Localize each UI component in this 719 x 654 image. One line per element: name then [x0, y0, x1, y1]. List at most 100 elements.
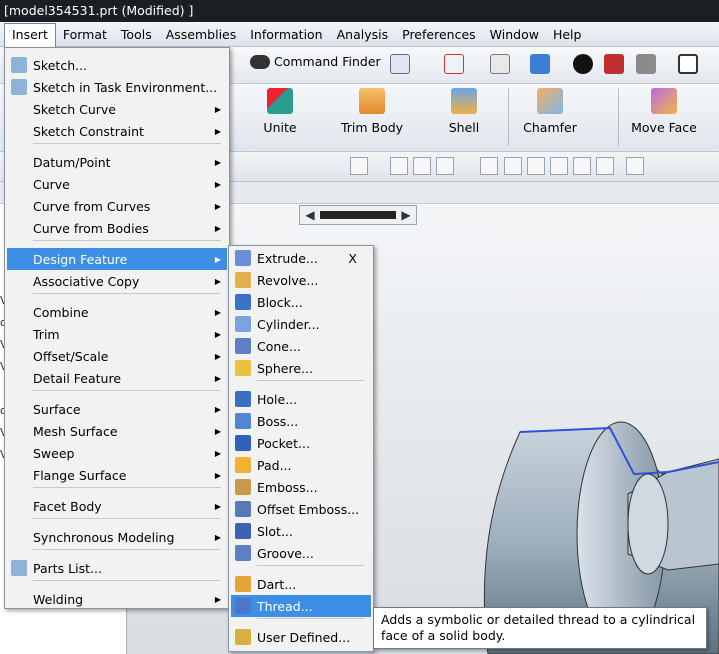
selection-icon[interactable]	[390, 54, 410, 74]
insert-menu-item-facet-body[interactable]: Facet Body ▶	[7, 495, 227, 517]
insert-menu-item-detail-feature[interactable]: Detail Feature ▶	[7, 367, 227, 389]
insert-menu-item-welding[interactable]: Welding ▶	[7, 588, 227, 610]
menu-analysis[interactable]: Analysis	[330, 24, 396, 45]
menu-divider	[257, 618, 365, 619]
chamfer-button[interactable]: Chamfer	[522, 88, 578, 135]
submenu-arrow-icon: ▶	[214, 594, 221, 604]
menu-item-label: Combine	[33, 304, 89, 320]
unite-button[interactable]: Unite	[258, 88, 302, 135]
design-feature-item-dart[interactable]: Dart...	[231, 573, 371, 595]
design-feature-item-sphere[interactable]: Sphere...	[231, 357, 371, 379]
insert-menu-item-sketch[interactable]: Sketch...	[7, 54, 227, 76]
design-feature-item-pad[interactable]: Pad...	[231, 454, 371, 476]
snap-line-icon[interactable]	[413, 157, 431, 175]
snap-quadrant-icon[interactable]	[527, 157, 545, 175]
scroll-right-icon[interactable]: ▶	[396, 206, 416, 224]
insert-menu-item-surface[interactable]: Surface ▶	[7, 398, 227, 420]
submenu-arrow-icon: ▶	[214, 223, 221, 233]
insert-menu-item-design-feature[interactable]: Design Feature ▶	[7, 248, 227, 270]
chamfer-label: Chamfer	[523, 120, 577, 135]
menu-item-label: Thread...	[257, 598, 313, 614]
menu-item-label: Facet Body	[33, 498, 102, 514]
scroll-track[interactable]	[320, 211, 396, 219]
fit-view-icon[interactable]	[444, 54, 464, 74]
design-feature-item-emboss[interactable]: Emboss...	[231, 476, 371, 498]
menu-window[interactable]: Window	[483, 24, 546, 45]
insert-menu-item-sketch-curve[interactable]: Sketch Curve ▶	[7, 98, 227, 120]
command-finder-label: Command Finder	[274, 54, 381, 69]
design-feature-item-cone[interactable]: Cone...	[231, 335, 371, 357]
insert-menu-item-parts-list[interactable]: Parts List...	[7, 557, 227, 579]
menu-insert[interactable]: Insert	[4, 23, 56, 47]
design-feature-item-user-defined[interactable]: User Defined...	[231, 626, 371, 648]
menu-item-label: Surface	[33, 401, 81, 417]
section-icon[interactable]	[604, 54, 624, 74]
submenu-arrow-icon: ▶	[214, 104, 221, 114]
design-feature-item-extrude[interactable]: Extrude... X	[231, 247, 371, 269]
insert-menu-item-sweep[interactable]: Sweep ▶	[7, 442, 227, 464]
insert-menu-item-combine[interactable]: Combine ▶	[7, 301, 227, 323]
insert-menu-item-curve[interactable]: Curve ▶	[7, 173, 227, 195]
menu-help[interactable]: Help	[546, 24, 589, 45]
design-feature-item-cylinder[interactable]: Cylinder...	[231, 313, 371, 335]
insert-menu-item-trim[interactable]: Trim ▶	[7, 323, 227, 345]
insert-menu-item-datum-point[interactable]: Datum/Point ▶	[7, 151, 227, 173]
shaded-icon[interactable]	[530, 54, 550, 74]
menu-item-label: Cone...	[257, 338, 301, 354]
insert-menu-item-synchronous-modeling[interactable]: Synchronous Modeling ▶	[7, 526, 227, 548]
menu-item-label: Sketch in Task Environment...	[33, 79, 218, 95]
insert-menu-item-sketch-in-task-environment[interactable]: Sketch in Task Environment...	[7, 76, 227, 98]
move-face-button[interactable]: Move Face	[628, 88, 700, 135]
trim-body-button[interactable]: Trim Body	[338, 88, 406, 135]
design-feature-item-revolve[interactable]: Revolve...	[231, 269, 371, 291]
design-feature-item-block[interactable]: Block...	[231, 291, 371, 313]
design-feature-item-slot[interactable]: Slot...	[231, 520, 371, 542]
design-feature-item-thread[interactable]: Thread...	[231, 595, 371, 617]
insert-menu-item-mesh-surface[interactable]: Mesh Surface ▶	[7, 420, 227, 442]
menu-tools[interactable]: Tools	[114, 24, 159, 45]
menu-preferences[interactable]: Preferences	[395, 24, 483, 45]
snap-point-icon[interactable]	[550, 157, 568, 175]
menu-assemblies[interactable]: Assemblies	[159, 24, 244, 45]
menu-item-label: Parts List...	[33, 560, 102, 576]
hide-icon[interactable]	[636, 54, 656, 74]
menu-information[interactable]: Information	[243, 24, 329, 45]
snap-midpoint-icon[interactable]	[436, 157, 454, 175]
insert-menu-item-associative-copy[interactable]: Associative Copy ▶	[7, 270, 227, 292]
menu-item-label: Curve from Curves	[33, 198, 151, 214]
submenu-arrow-icon: ▶	[214, 448, 221, 458]
snap-endpoint-icon[interactable]	[390, 157, 408, 175]
shell-button[interactable]: Shell	[445, 88, 483, 135]
insert-menu-item-offset-scale[interactable]: Offset/Scale ▶	[7, 345, 227, 367]
submenu-arrow-icon: ▶	[214, 254, 221, 264]
command-finder-button[interactable]: Command Finder	[250, 54, 381, 69]
snap-on-curve-icon[interactable]	[573, 157, 591, 175]
window-icon[interactable]	[678, 54, 698, 74]
render-style-icon[interactable]	[573, 54, 593, 74]
snap-face-icon[interactable]	[596, 157, 614, 175]
design-feature-item-hole[interactable]: Hole...	[231, 388, 371, 410]
menu-item-label: Synchronous Modeling	[33, 529, 175, 545]
menu-format[interactable]: Format	[56, 24, 114, 45]
insert-menu-item-curve-from-curves[interactable]: Curve from Curves ▶	[7, 195, 227, 217]
snap-center-icon[interactable]	[504, 157, 522, 175]
select-box-icon[interactable]	[350, 157, 368, 175]
design-feature-item-boss[interactable]: Boss...	[231, 410, 371, 432]
scroll-left-icon[interactable]: ◀	[300, 206, 320, 224]
view-orient-icon[interactable]	[490, 54, 510, 74]
menu-item-label: Block...	[257, 294, 303, 310]
view-scroller[interactable]: ◀ ▶	[299, 205, 417, 225]
insert-menu-item-curve-from-bodies[interactable]: Curve from Bodies ▶	[7, 217, 227, 239]
design-feature-item-offset-emboss[interactable]: Offset Emboss...	[231, 498, 371, 520]
menu-item-label: Pad...	[257, 457, 292, 473]
design-feature-item-pocket[interactable]: Pocket...	[231, 432, 371, 454]
menu-item-label: Detail Feature	[33, 370, 122, 386]
menu-item-label: Dart...	[257, 576, 297, 592]
insert-menu-item-flange-surface[interactable]: Flange Surface ▶	[7, 464, 227, 486]
menu-item-label: Groove...	[257, 545, 314, 561]
snap-intersection-icon[interactable]	[480, 157, 498, 175]
shell-icon	[451, 88, 477, 114]
snap-bounded-icon[interactable]	[626, 157, 644, 175]
insert-menu-item-sketch-constraint[interactable]: Sketch Constraint ▶	[7, 120, 227, 142]
design-feature-item-groove[interactable]: Groove...	[231, 542, 371, 564]
